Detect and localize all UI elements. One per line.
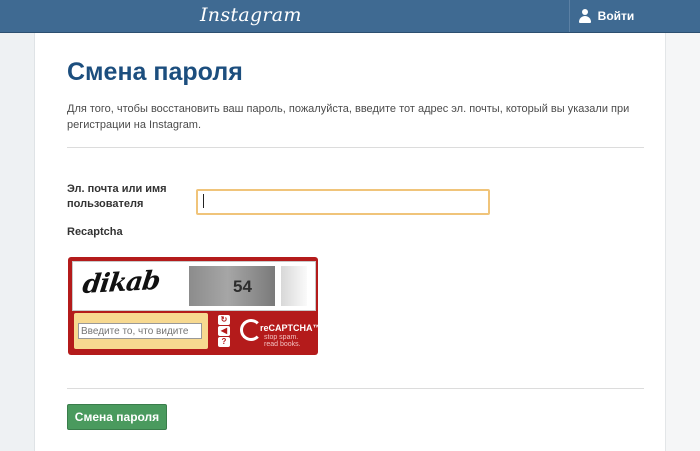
- recaptcha-widget: dikab 54 ↻ ◀ ? reCAPTCHA™ stop spam. rea…: [68, 257, 322, 355]
- login-button[interactable]: Войти: [569, 0, 642, 32]
- captcha-image-edge: [281, 266, 307, 306]
- page-description: Для того, чтобы восстановить ваш пароль,…: [67, 103, 630, 131]
- email-field-label: Эл. почта или имя пользователя: [67, 183, 167, 210]
- recaptcha-brand: reCAPTCHA™ stop spam. read books.: [240, 317, 322, 351]
- captcha-challenge-image: dikab 54: [72, 261, 316, 311]
- captcha-input-area: [74, 313, 208, 349]
- audio-icon[interactable]: ◀: [218, 326, 230, 336]
- captcha-photo: [189, 266, 275, 306]
- captcha-word: dikab: [80, 266, 162, 300]
- divider-top: [67, 147, 644, 148]
- help-icon[interactable]: ?: [218, 337, 230, 347]
- recaptcha-slogan: stop spam. read books.: [264, 334, 301, 348]
- captcha-input[interactable]: [78, 323, 202, 339]
- divider-bottom: [67, 388, 644, 389]
- left-margin: [0, 33, 35, 451]
- captcha-number: 54: [233, 277, 252, 296]
- page-title: Смена пароля: [67, 58, 243, 86]
- login-button-label: Войти: [597, 9, 635, 23]
- instagram-logo[interactable]: Instagram: [200, 4, 302, 26]
- recaptcha-label: Recaptcha: [67, 226, 123, 238]
- right-margin: [665, 33, 700, 451]
- change-password-button[interactable]: Смена пароля: [67, 404, 167, 430]
- email-field[interactable]: [196, 189, 490, 215]
- captcha-controls: ↻ ◀ ?: [216, 314, 232, 350]
- text-cursor: [203, 194, 204, 208]
- change-password-label: Смена пароля: [74, 410, 160, 424]
- refresh-icon[interactable]: ↻: [218, 315, 230, 325]
- top-navigation-bar: Instagram Войти: [0, 0, 700, 33]
- slogan-line-1: stop spam.: [264, 334, 299, 341]
- user-icon: [578, 9, 592, 23]
- recaptcha-logo-icon: [240, 319, 262, 341]
- recaptcha-brand-text: reCAPTCHA™: [260, 323, 322, 333]
- slogan-line-2: read books.: [264, 341, 301, 348]
